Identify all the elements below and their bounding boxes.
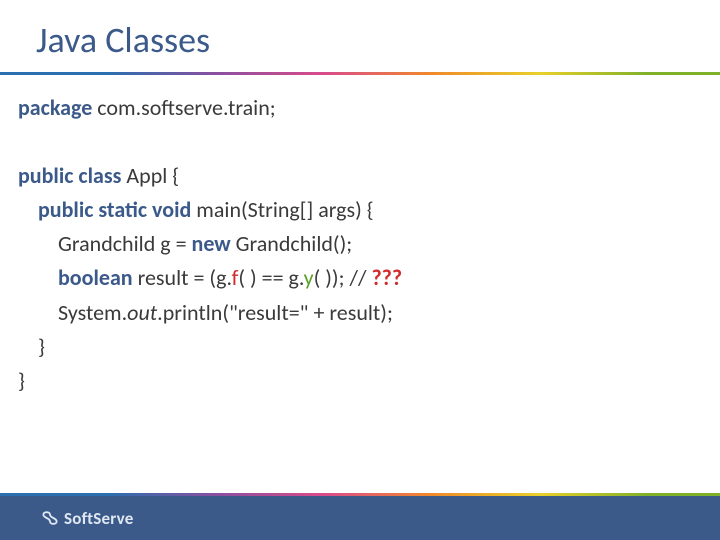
slide-title: Java Classes xyxy=(0,0,720,72)
package-name: com.softserve.train; xyxy=(92,94,275,121)
class-decl: Appl { xyxy=(121,162,179,189)
brand-name: SoftServe xyxy=(64,508,133,529)
code-line: public class Appl { xyxy=(18,159,702,193)
footer-bar: SoftServe xyxy=(0,496,720,540)
code-line: System.out.println("result=" + result); xyxy=(18,296,702,330)
keyword-new: new xyxy=(192,230,231,257)
grandchild-post: Grandchild(); xyxy=(231,230,352,257)
code-line: package com.softserve.train; xyxy=(18,91,702,125)
keyword-main-mods: public static void xyxy=(38,196,191,223)
close-brace-outer: } xyxy=(18,364,702,398)
question-marks: ??? xyxy=(371,264,402,291)
blank-line xyxy=(18,125,702,159)
brand-logo: SoftServe xyxy=(40,508,133,529)
code-block: package com.softserve.train; public clas… xyxy=(0,75,720,398)
println-pre: System. xyxy=(58,299,127,326)
result-pre: result = (g. xyxy=(133,264,232,291)
close-brace-inner: } xyxy=(18,330,702,364)
main-signature: main(String[] args) { xyxy=(191,196,373,223)
code-line: Grandchild g = new Grandchild(); xyxy=(18,227,702,261)
keyword-boolean: boolean xyxy=(58,264,133,291)
result-mid: ( ) == g. xyxy=(238,264,303,291)
call-y: y xyxy=(304,264,314,291)
keyword-package: package xyxy=(18,94,92,121)
grandchild-pre: Grandchild g = xyxy=(58,230,192,257)
keyword-public-class: public class xyxy=(18,162,121,189)
out-field: out xyxy=(127,299,157,326)
code-line: public static void main(String[] args) { xyxy=(18,193,702,227)
code-line: boolean result = (g.f( ) == g.y( )); // … xyxy=(18,261,702,295)
println-post: .println("result=" + result); xyxy=(157,299,393,326)
result-post: ( )); // xyxy=(314,264,372,291)
softserve-icon xyxy=(40,508,60,528)
